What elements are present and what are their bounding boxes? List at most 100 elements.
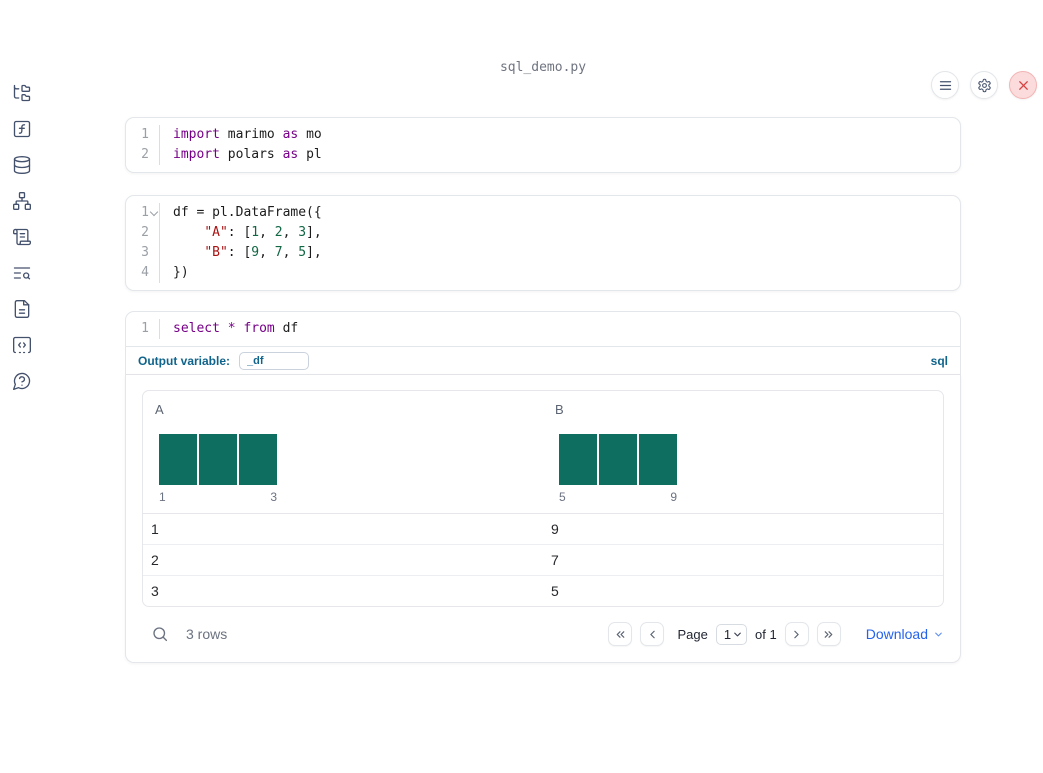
chevrons-right-icon	[822, 628, 835, 641]
code-line[interactable]: 1 import marimo as mo	[126, 125, 960, 145]
code-line[interactable]: 2 "A": [1, 2, 3],	[126, 223, 960, 243]
sql-output-panel: A 1 3 B 5 9 1 9 2 7 3 5 3 rows Page 1 of…	[125, 375, 961, 663]
table-cell[interactable]: 3	[143, 575, 543, 606]
sql-language-badge: sql	[930, 353, 948, 368]
code-text: })	[173, 265, 189, 280]
scratchpad-search-icon[interactable]	[12, 263, 32, 283]
histogram-min-label: 5	[559, 490, 566, 504]
code-editor[interactable]: 1 import marimo as mo 2 import polars as pl	[126, 118, 960, 172]
page-of-label: of 1	[755, 626, 777, 642]
code-editor[interactable]: 1 df = pl.DataFrame({ 2 "A": [1, 2, 3], 3 "…	[126, 196, 960, 290]
first-page-button[interactable]	[608, 622, 633, 646]
histogram-bar	[559, 434, 597, 485]
line-number: 4	[126, 263, 160, 283]
page-select-value: 1	[723, 626, 732, 642]
chevron-right-icon	[790, 628, 803, 641]
histogram-bar	[159, 434, 197, 485]
line-number: 2	[126, 145, 160, 165]
snippets-icon[interactable]	[12, 335, 32, 355]
window-toolbar	[931, 71, 1037, 99]
last-page-button[interactable]	[816, 622, 841, 646]
histogram-bar	[599, 434, 637, 485]
table-cell[interactable]: 5	[543, 575, 943, 606]
code-text: df = pl.DataFrame({	[173, 205, 322, 220]
column-a-histogram[interactable]	[159, 434, 535, 485]
code-line[interactable]: 4})	[126, 263, 960, 283]
code-line[interactable]: 1 select * from df	[126, 319, 960, 339]
histogram-max-label: 3	[270, 490, 277, 504]
next-page-button[interactable]	[784, 622, 809, 646]
help-chat-icon[interactable]	[12, 371, 32, 391]
settings-button[interactable]	[970, 71, 998, 99]
menu-button[interactable]	[931, 71, 959, 99]
column-header-b[interactable]: B 5 9	[543, 391, 943, 514]
helper-panel-sidebar	[0, 60, 44, 773]
chevron-down-icon	[935, 632, 942, 636]
page-label: Page	[677, 626, 708, 642]
table-row[interactable]: 35	[143, 575, 943, 606]
table-row[interactable]: 27	[143, 544, 943, 576]
output-variable-input[interactable]	[239, 351, 310, 370]
histogram-bar	[639, 434, 677, 485]
notebook-content: sql_demo.py 1 import marimo as mo 2 import …	[125, 60, 961, 663]
line-number: 3	[126, 243, 160, 263]
variables-icon[interactable]	[12, 119, 32, 139]
table-body: 192735	[143, 514, 943, 606]
prev-page-button[interactable]	[640, 622, 665, 646]
row-count: 3 rows	[186, 626, 228, 642]
histogram-axis-labels: 1 3	[159, 490, 277, 504]
data-sources-icon[interactable]	[12, 155, 32, 175]
line-number: 1	[126, 203, 160, 223]
histogram-bar	[199, 434, 237, 485]
histogram-max-label: 9	[670, 490, 677, 504]
menu-icon	[938, 78, 953, 93]
code-line[interactable]: 3 "B": [9, 7, 5],	[126, 243, 960, 263]
shutdown-button[interactable]	[1009, 71, 1037, 99]
code-editor[interactable]: 1 select * from df	[126, 312, 960, 346]
histogram-min-label: 1	[159, 490, 166, 504]
fold-chevron-icon[interactable]	[149, 207, 159, 217]
page-select[interactable]: 1	[715, 623, 748, 645]
settings-gear-icon	[977, 78, 992, 93]
documentation-icon[interactable]	[12, 299, 32, 319]
line-number: 1	[126, 319, 160, 339]
column-label: A	[155, 402, 164, 417]
sql-cell-footer: Output variable: sql	[126, 346, 960, 374]
table-footer: 3 rows Page 1 of 1 Download	[142, 619, 944, 649]
sql-cell[interactable]: 1 select * from df Output variable: sql	[125, 311, 961, 375]
column-header-a[interactable]: A 1 3	[143, 391, 543, 514]
close-icon	[1016, 78, 1031, 93]
file-explorer-icon[interactable]	[12, 83, 32, 103]
chevron-down-icon	[734, 632, 741, 636]
column-label: B	[555, 402, 564, 417]
code-text: "B": [9, 7, 5],	[204, 245, 322, 260]
search-icon[interactable]	[151, 625, 169, 643]
output-variable-label: Output variable:	[138, 353, 231, 368]
code-line[interactable]: 1 df = pl.DataFrame({	[126, 203, 960, 223]
code-line[interactable]: 2 import polars as pl	[126, 145, 960, 165]
column-b-histogram[interactable]	[559, 434, 935, 485]
download-label: Download	[865, 626, 928, 642]
table-cell[interactable]: 1	[143, 514, 543, 545]
table-cell[interactable]: 9	[543, 514, 943, 545]
line-number: 1	[126, 125, 160, 145]
pagination: Page 1 of 1 Download	[608, 622, 944, 646]
code-text: import marimo as mo	[173, 127, 322, 142]
dependency-graph-icon[interactable]	[12, 191, 32, 211]
histogram-axis-labels: 5 9	[559, 490, 677, 504]
code-text: select * from df	[173, 321, 299, 336]
code-text: "A": [1, 2, 3],	[204, 225, 322, 240]
table-row[interactable]: 19	[143, 514, 943, 545]
download-button[interactable]: Download	[866, 626, 944, 642]
chevron-left-icon	[646, 628, 659, 641]
chevrons-left-icon	[614, 628, 627, 641]
notebook-filename: sql_demo.py	[499, 60, 587, 75]
dataframe-cell[interactable]: 1 df = pl.DataFrame({ 2 "A": [1, 2, 3], 3 "…	[125, 195, 961, 291]
logs-icon[interactable]	[12, 227, 32, 247]
histogram-bar	[239, 434, 277, 485]
code-text: import polars as pl	[173, 147, 322, 162]
table-cell[interactable]: 2	[143, 544, 543, 576]
table-cell[interactable]: 7	[543, 544, 943, 576]
dataframe-table: A 1 3 B 5 9 1 9 2 7 3 5	[142, 390, 944, 607]
imports-cell[interactable]: 1 import marimo as mo 2 import polars as pl	[125, 117, 961, 173]
